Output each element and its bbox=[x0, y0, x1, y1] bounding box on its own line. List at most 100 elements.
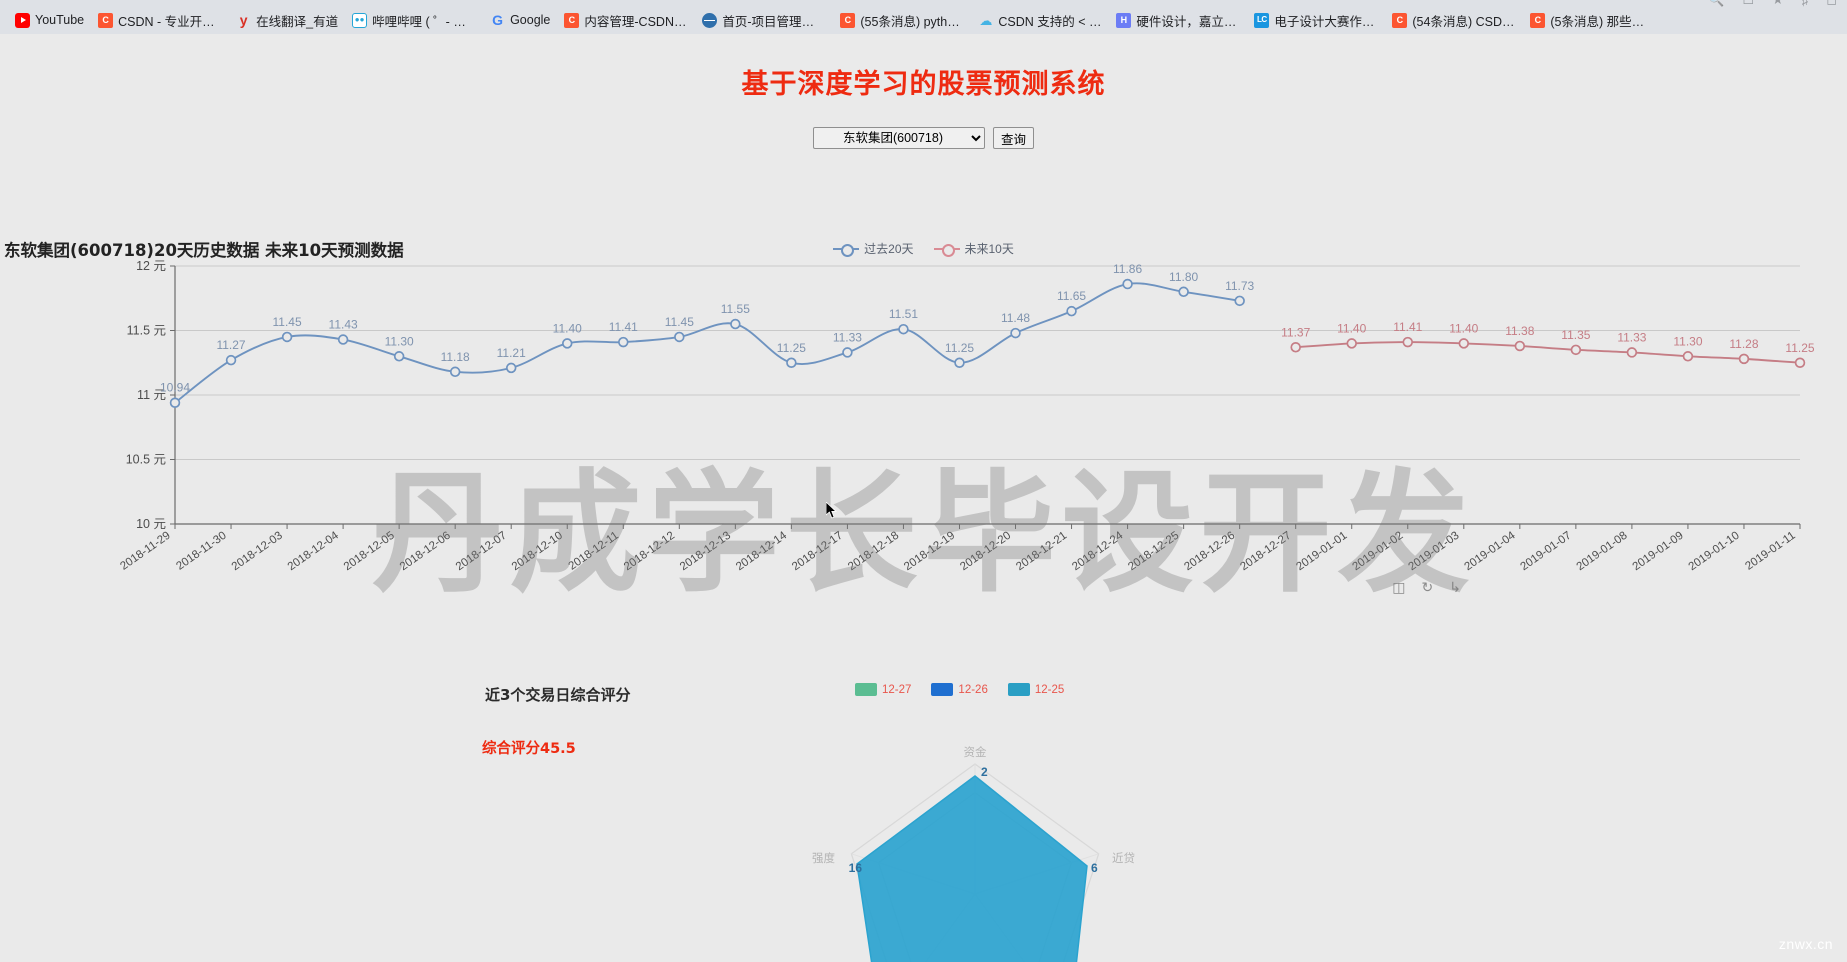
legend-item-history[interactable]: 过去20天 bbox=[833, 240, 914, 257]
share-icon[interactable]: ☐ bbox=[1742, 0, 1754, 8]
data-point[interactable] bbox=[1626, 347, 1638, 358]
leetcode-icon: LC bbox=[1254, 12, 1270, 28]
bookmark-item[interactable]: C 内容管理-CSDN创... bbox=[557, 8, 695, 33]
refresh-icon[interactable]: ↻ bbox=[1422, 579, 1434, 596]
bookmarks-bar[interactable]: YouTube C CSDN - 专业开发... y 在线翻译_有道 ●● 哔哩哔哩 ( ゜… bbox=[0, 6, 1847, 34]
data-point[interactable] bbox=[1402, 336, 1414, 348]
bar-legend-item-1[interactable]: 12-27 bbox=[855, 683, 911, 696]
data-point[interactable] bbox=[898, 323, 909, 335]
data-point[interactable] bbox=[1514, 340, 1526, 352]
data-point-label: 11.45 bbox=[665, 315, 694, 329]
bar-chart-legend[interactable]: 12-27 12-26 12-25 bbox=[855, 683, 1064, 696]
x-tick-label: 2018-12-11 bbox=[567, 530, 621, 573]
data-point-label: 11.41 bbox=[1393, 320, 1422, 334]
data-view-icon[interactable]: ◫ bbox=[1392, 579, 1405, 596]
data-point[interactable] bbox=[1066, 305, 1077, 317]
x-tick-label: 2018-12-18 bbox=[846, 530, 901, 574]
stock-select[interactable]: 东软集团(600718) bbox=[812, 127, 985, 149]
data-point-label: 11.80 bbox=[1169, 270, 1198, 284]
x-tick-label: 2018-12-06 bbox=[398, 530, 453, 574]
data-point[interactable] bbox=[1178, 286, 1189, 298]
data-point[interactable] bbox=[842, 347, 853, 358]
bar-legend-item-3[interactable]: 12-25 bbox=[1007, 683, 1065, 696]
bookmark-item[interactable]: G Google bbox=[483, 10, 557, 31]
x-tick-label: 2018-12-12 bbox=[622, 530, 677, 574]
bookmark-item[interactable]: C (55条消息) python... bbox=[833, 8, 971, 33]
search-icon[interactable]: 🔍 bbox=[1708, 0, 1724, 8]
data-point[interactable] bbox=[1682, 351, 1694, 362]
radar-area bbox=[856, 775, 1088, 962]
data-point[interactable] bbox=[1122, 278, 1133, 290]
data-point[interactable] bbox=[1794, 357, 1806, 368]
bookmark-item[interactable]: YouTube bbox=[8, 10, 91, 31]
data-point[interactable] bbox=[1458, 338, 1470, 349]
data-point-label: 11.37 bbox=[1281, 325, 1310, 339]
bookmark-item[interactable]: 首页-项目管理专业... bbox=[695, 8, 833, 33]
data-point[interactable] bbox=[674, 331, 685, 343]
bookmark-item[interactable]: H 硬件设计，嘉立创E... bbox=[1109, 8, 1247, 33]
bookmark-item[interactable]: C CSDN - 专业开发... bbox=[91, 8, 229, 33]
bookmark-item[interactable]: ●● 哔哩哔哩 ( ゜- ゜)つ... bbox=[345, 8, 483, 33]
data-point[interactable] bbox=[169, 397, 181, 408]
legend-swatch-teal-icon bbox=[1007, 683, 1030, 696]
data-point[interactable] bbox=[225, 354, 237, 366]
bilibili-icon: ●● bbox=[352, 12, 368, 28]
bookmark-label: (54条消息) CSDN -... bbox=[1412, 14, 1516, 29]
x-tick-label: 2019-01-07 bbox=[1519, 530, 1574, 574]
bookmark-star-icon[interactable]: ★ bbox=[1772, 0, 1784, 8]
x-tick-label: 2018-12-10 bbox=[510, 530, 565, 574]
google-icon: G bbox=[492, 12, 504, 28]
csdn-icon: C bbox=[1530, 12, 1546, 28]
x-tick-label: 2018-12-07 bbox=[454, 530, 509, 574]
data-point[interactable] bbox=[281, 331, 293, 343]
bookmark-item[interactable]: y 在线翻译_有道 bbox=[229, 8, 345, 33]
bar-legend-item-2[interactable]: 12-26 bbox=[931, 683, 988, 696]
extensions-icon[interactable]: ♯ bbox=[1802, 0, 1809, 8]
legend-item-forecast[interactable]: 未来10天 bbox=[933, 240, 1014, 257]
data-point[interactable] bbox=[505, 362, 517, 374]
bookmark-item[interactable]: C (5条消息) 那些你该... bbox=[1523, 8, 1661, 33]
cloud-icon: ☁ bbox=[979, 12, 993, 28]
bookmark-label: CSDN 支持的 < ma... bbox=[998, 14, 1102, 29]
bar-legend-label-3: 12-25 bbox=[1034, 683, 1065, 696]
data-point[interactable] bbox=[786, 357, 797, 368]
data-point[interactable] bbox=[1010, 327, 1021, 339]
chart-toolbox[interactable]: ◫ ↻ ↳ bbox=[1392, 579, 1461, 596]
data-point-label: 11.43 bbox=[329, 318, 358, 332]
data-point[interactable] bbox=[618, 336, 629, 348]
data-point-label: 11.73 bbox=[1225, 279, 1254, 293]
data-point-label: 11.30 bbox=[385, 334, 414, 348]
x-tick-label: 2019-01-02 bbox=[1350, 530, 1405, 574]
hardware-icon: H bbox=[1116, 12, 1132, 28]
data-point-label: 11.21 bbox=[497, 346, 526, 360]
data-point[interactable] bbox=[449, 366, 461, 378]
bookmark-label: YouTube bbox=[35, 13, 85, 27]
data-point[interactable] bbox=[1346, 338, 1357, 349]
line-chart-legend[interactable]: 过去20天 未来10天 bbox=[0, 240, 1847, 257]
data-point-label: 11.41 bbox=[609, 320, 638, 334]
x-tick-label: 2018-12-04 bbox=[286, 529, 342, 573]
radar-axis-label: 强度 bbox=[812, 851, 835, 865]
data-point[interactable] bbox=[1290, 342, 1301, 353]
query-button[interactable]: 查询 bbox=[992, 127, 1034, 149]
data-point[interactable] bbox=[954, 357, 965, 368]
data-point[interactable] bbox=[730, 318, 741, 330]
data-point[interactable] bbox=[1570, 344, 1582, 356]
bookmark-item[interactable]: LC 电子设计大赛作品-... bbox=[1247, 8, 1385, 33]
data-point[interactable] bbox=[1234, 295, 1245, 307]
bookmark-item[interactable]: C (54条消息) CSDN -... bbox=[1385, 8, 1523, 33]
radar-chart-block: 资金 近贷 强度 2 6 16 bbox=[0, 734, 1847, 962]
bookmark-label: 硬件设计，嘉立创E... bbox=[1136, 14, 1240, 29]
data-point[interactable] bbox=[393, 351, 405, 362]
profile-icon[interactable]: ◻ bbox=[1826, 0, 1837, 8]
x-tick-label: 2018-12-21 bbox=[1014, 530, 1069, 574]
bookmark-item[interactable]: ☁ CSDN 支持的 < ma... bbox=[971, 8, 1109, 33]
data-point[interactable] bbox=[337, 334, 349, 345]
bookmark-label: 哔哩哔哩 ( ゜- ゜)つ... bbox=[372, 14, 476, 29]
data-point-label: 11.30 bbox=[1673, 334, 1702, 348]
csdn-icon: C bbox=[840, 12, 856, 28]
y-tick-label: 10.5 元 bbox=[126, 453, 166, 467]
data-point[interactable] bbox=[561, 338, 573, 349]
download-icon[interactable]: ↳ bbox=[1449, 579, 1461, 596]
data-point[interactable] bbox=[1738, 353, 1750, 365]
